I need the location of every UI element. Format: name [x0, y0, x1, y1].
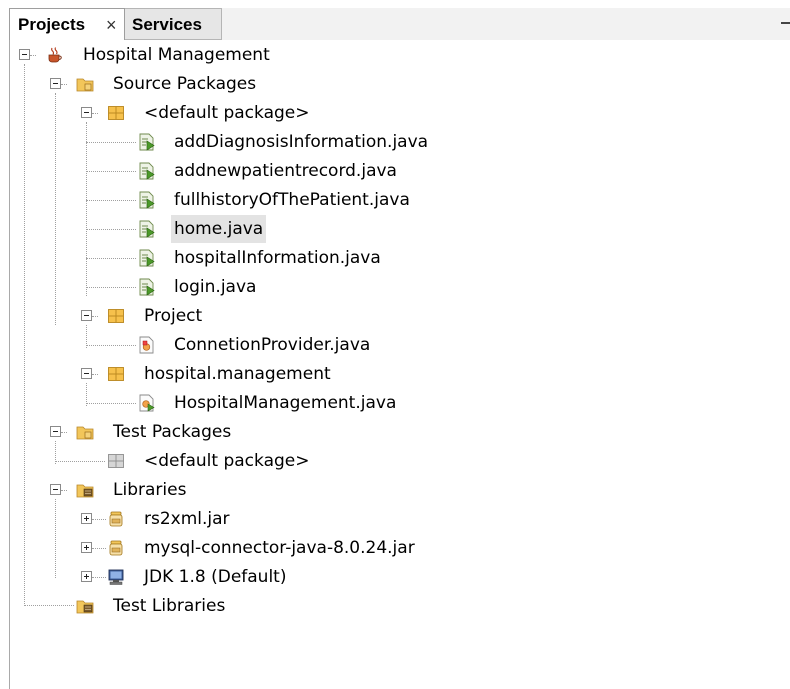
java-file-icon [139, 278, 155, 296]
jdk-icon [108, 569, 124, 585]
minimize-icon[interactable] [781, 22, 790, 24]
tree-node-file[interactable]: addnewpatientrecord.java [10, 157, 470, 185]
projects-tree-panel: Hospital Management Source Packages <def… [9, 40, 790, 689]
jdk-label: JDK 1.8 (Default) [144, 567, 287, 587]
java-file-icon [139, 162, 155, 180]
package-icon [108, 367, 124, 381]
java-class-icon [139, 336, 154, 354]
libraries-folder-icon [76, 484, 94, 498]
expand-toggle[interactable] [81, 513, 92, 524]
test-packages-label: Test Packages [113, 422, 232, 442]
file-name: ConnetionProvider.java [174, 335, 371, 355]
package-icon [108, 106, 124, 120]
collapse-toggle[interactable] [81, 310, 92, 321]
tree-node-file[interactable]: addDiagnosisInformation.java [10, 128, 470, 156]
java-file-icon [139, 220, 155, 238]
java-file-icon [139, 191, 155, 209]
test-libraries-label: Test Libraries [113, 596, 226, 616]
source-folder-icon [76, 426, 94, 440]
tree-node-source-packages[interactable]: Source Packages [10, 70, 410, 98]
file-name: HospitalManagement.java [174, 393, 397, 413]
collapse-toggle[interactable] [81, 107, 92, 118]
tab-projects-label: Projects [18, 15, 86, 34]
package-icon [108, 309, 124, 323]
libraries-label: Libraries [113, 480, 187, 500]
coffee-cup-icon [48, 47, 62, 63]
tree-node-libraries[interactable]: Libraries [10, 476, 410, 504]
package-label: <default package> [144, 451, 310, 471]
jar-label: mysql-connector-java-8.0.24.jar [144, 538, 415, 558]
tree-node-test-libraries[interactable]: Test Libraries [10, 592, 410, 620]
tree-node-jar[interactable]: rs2xml.jar [10, 505, 470, 533]
package-label: hospital.management [144, 364, 331, 384]
empty-package-icon [108, 454, 124, 468]
jar-label: rs2xml.jar [144, 509, 230, 529]
jar-icon [109, 540, 123, 556]
tree-node-jdk[interactable]: JDK 1.8 (Default) [10, 563, 470, 591]
default-package-label: <default package> [144, 103, 310, 123]
collapse-toggle[interactable] [81, 368, 92, 379]
tree-node-file[interactable]: hospitalInformation.java [10, 244, 470, 272]
expand-toggle[interactable] [81, 542, 92, 553]
file-name: login.java [174, 277, 257, 297]
file-name: hospitalInformation.java [174, 248, 381, 268]
file-name: home.java [171, 215, 267, 243]
tree-node-file[interactable]: fullhistoryOfThePatient.java [10, 186, 470, 214]
java-file-icon [139, 133, 155, 151]
tab-close-icon[interactable]: × [106, 9, 117, 41]
collapse-toggle[interactable] [50, 484, 61, 495]
window-title-strip [0, 0, 790, 8]
tree-node-jar[interactable]: mysql-connector-java-8.0.24.jar [10, 534, 470, 562]
tree-node-file[interactable]: HospitalManagement.java [10, 389, 470, 417]
file-name: fullhistoryOfThePatient.java [174, 190, 410, 210]
tree-node-test-packages[interactable]: Test Packages [10, 418, 410, 446]
expand-toggle[interactable] [81, 571, 92, 582]
tree-node-package-hospital[interactable]: hospital.management [10, 360, 410, 388]
tree-node-file[interactable]: ConnetionProvider.java [10, 331, 470, 359]
collapse-toggle[interactable] [50, 78, 61, 89]
tree-node-package-project[interactable]: Project [10, 302, 410, 330]
tree-node-file-selected[interactable]: home.java [10, 215, 470, 243]
tab-services[interactable]: Services [125, 8, 222, 40]
file-name: addnewpatientrecord.java [174, 161, 397, 181]
java-file-icon [139, 249, 155, 267]
tab-services-label: Services [132, 15, 202, 34]
tree-node-test-default-package[interactable]: <default package> [10, 447, 410, 475]
jar-icon [109, 511, 123, 527]
file-name: addDiagnosisInformation.java [174, 132, 429, 152]
panel-tabbar: Projects × Services [9, 8, 790, 41]
libraries-folder-icon [76, 600, 94, 614]
package-label: Project [144, 306, 203, 326]
tree-node-file[interactable]: login.java [10, 273, 470, 301]
tab-projects[interactable]: Projects × [9, 8, 125, 41]
tree-node-project[interactable]: Hospital Management [10, 41, 410, 69]
tree-node-default-package[interactable]: <default package> [10, 99, 410, 127]
source-packages-label: Source Packages [113, 74, 257, 94]
source-folder-icon [76, 78, 94, 92]
project-name: Hospital Management [83, 45, 270, 65]
main-class-icon [139, 394, 155, 412]
collapse-toggle[interactable] [50, 426, 61, 437]
collapse-toggle[interactable] [19, 49, 30, 60]
